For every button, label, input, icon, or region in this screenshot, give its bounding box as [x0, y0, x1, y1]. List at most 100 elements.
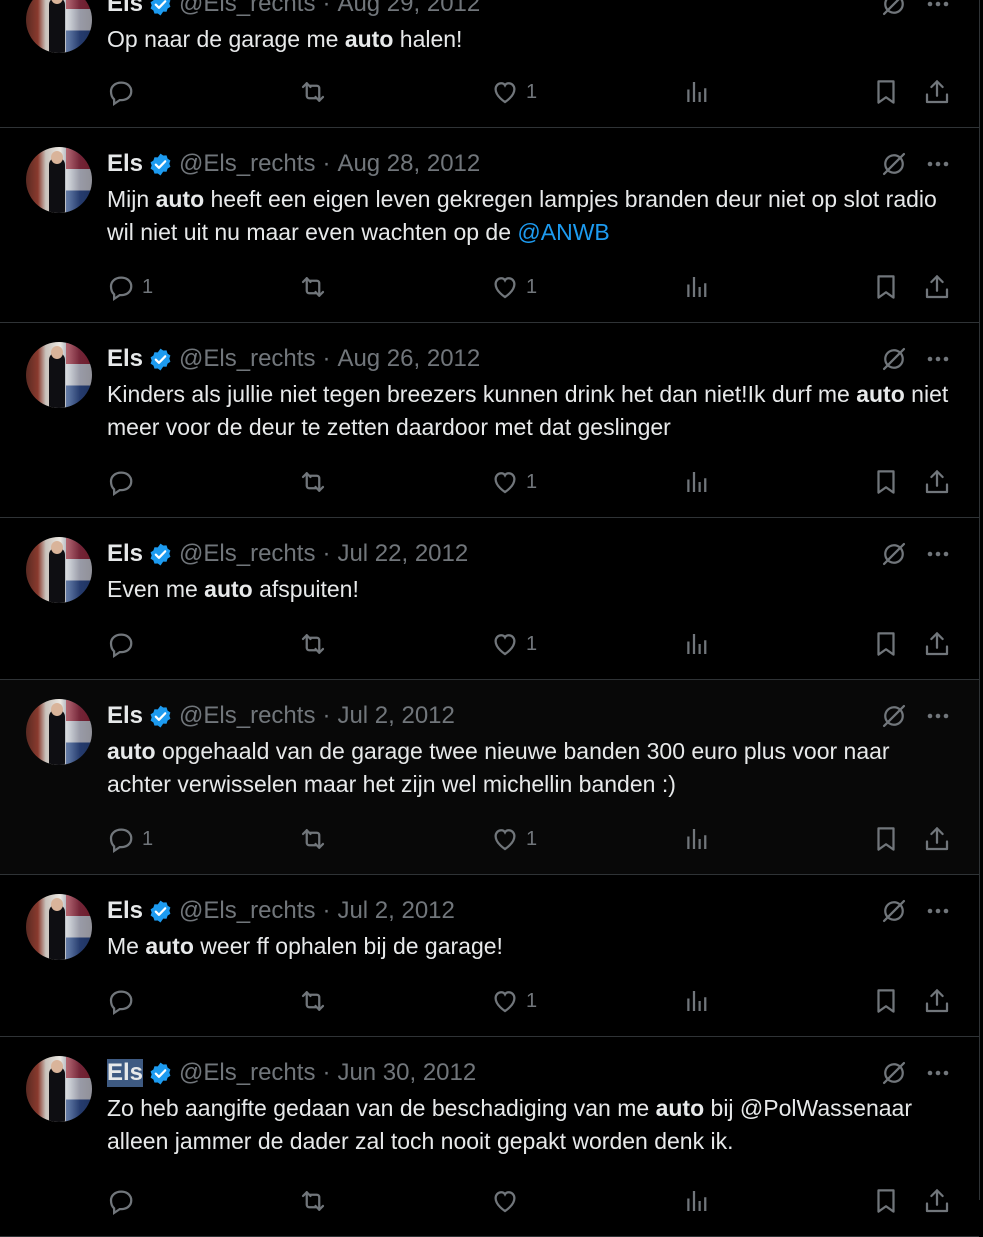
display-name[interactable]: Els	[107, 0, 143, 18]
views-button[interactable]	[681, 985, 711, 1017]
user-handle[interactable]: @Els_rechts	[179, 345, 315, 373]
more-dots-icon[interactable]	[922, 345, 954, 373]
grok-icon[interactable]	[880, 345, 908, 373]
more-dots-icon[interactable]	[922, 897, 954, 925]
display-name[interactable]: Els	[107, 150, 143, 178]
reply-button[interactable]: 1	[106, 271, 153, 303]
views-button[interactable]	[681, 76, 711, 108]
share-button[interactable]	[922, 271, 952, 303]
views-button[interactable]	[681, 1185, 711, 1217]
share-button[interactable]	[922, 628, 952, 660]
bookmark-button[interactable]	[871, 271, 901, 303]
like-button[interactable]: 1	[490, 985, 537, 1017]
retweet-button[interactable]	[298, 271, 328, 303]
retweet-button[interactable]	[298, 1185, 328, 1217]
avatar[interactable]	[26, 342, 92, 408]
like-button[interactable]: 1	[490, 823, 537, 855]
like-count: 1	[526, 989, 538, 1012]
share-button[interactable]	[922, 823, 952, 855]
reply-button[interactable]	[106, 466, 142, 498]
tweet-card[interactable]: Els @Els_rechts · Jun 30, 2012 Zo heb aangif…	[0, 1037, 979, 1237]
avatar[interactable]	[26, 147, 92, 213]
more-dots-icon[interactable]	[922, 150, 954, 178]
more-dots-icon[interactable]	[922, 0, 954, 18]
grok-icon[interactable]	[880, 150, 908, 178]
avatar[interactable]	[26, 537, 92, 603]
share-icon	[922, 629, 952, 659]
grok-icon[interactable]	[880, 702, 908, 730]
bookmark-icon	[871, 77, 901, 107]
like-button[interactable]: 1	[490, 628, 537, 660]
tweet-card[interactable]: Els @Els_rechts · Jul 2, 2012 Me auto weer f…	[0, 875, 979, 1037]
share-button[interactable]	[922, 466, 952, 498]
avatar[interactable]	[26, 894, 92, 960]
retweet-button[interactable]	[298, 466, 328, 498]
share-button[interactable]	[922, 985, 952, 1017]
grok-icon[interactable]	[880, 1059, 908, 1087]
tweet-card[interactable]: Els @Els_rechts · Aug 29, 2012 Op naar de ga…	[0, 0, 979, 128]
display-name[interactable]: Els	[107, 1059, 144, 1087]
retweet-button[interactable]	[298, 628, 328, 660]
bookmark-button[interactable]	[871, 466, 901, 498]
display-name[interactable]: Els	[107, 345, 143, 373]
like-button[interactable]: 1	[490, 76, 537, 108]
tweet-header: Els @Els_rechts · Jul 2, 2012	[107, 896, 455, 926]
user-handle[interactable]: @Els_rechts	[179, 540, 315, 568]
display-name[interactable]: Els	[107, 702, 143, 730]
grok-icon[interactable]	[880, 540, 908, 568]
bookmark-button[interactable]	[871, 1185, 901, 1217]
tweet-date[interactable]: Jul 2, 2012	[337, 702, 454, 730]
like-button[interactable]: 1	[490, 466, 537, 498]
tweet-text-segment: Even me	[107, 576, 205, 602]
like-button[interactable]: 1	[490, 271, 537, 303]
reply-button[interactable]	[106, 1185, 142, 1217]
views-button[interactable]	[681, 466, 711, 498]
display-name[interactable]: Els	[107, 897, 143, 925]
mention-link[interactable]: @ANWB	[517, 219, 609, 245]
display-name[interactable]: Els	[107, 540, 143, 568]
user-handle[interactable]: @Els_rechts	[179, 702, 315, 730]
views-button[interactable]	[681, 628, 711, 660]
grok-icon[interactable]	[880, 0, 908, 18]
tweet-card[interactable]: Els @Els_rechts · Aug 26, 2012 Kinders als j…	[0, 323, 979, 518]
tweet-date[interactable]: Aug 26, 2012	[337, 345, 480, 373]
grok-icon[interactable]	[880, 897, 908, 925]
tweet-date[interactable]: Jul 2, 2012	[337, 897, 454, 925]
reply-button[interactable]: 1	[106, 823, 153, 855]
user-handle[interactable]: @Els_rechts	[179, 150, 315, 178]
tweet-date[interactable]: Jun 30, 2012	[337, 1059, 476, 1087]
avatar[interactable]	[26, 1056, 92, 1122]
more-dots-icon[interactable]	[922, 702, 954, 730]
avatar[interactable]	[26, 699, 92, 765]
tweet-card[interactable]: Els @Els_rechts · Aug 28, 2012 Mijn auto hee…	[0, 128, 979, 323]
user-handle[interactable]: @Els_rechts	[179, 897, 315, 925]
user-handle[interactable]: @Els_rechts	[179, 0, 315, 18]
views-button[interactable]	[681, 271, 711, 303]
views-button[interactable]	[681, 823, 711, 855]
retweet-button[interactable]	[298, 76, 328, 108]
tweet-card[interactable]: Els @Els_rechts · Jul 2, 2012 auto opgehaald…	[0, 680, 979, 875]
more-dots-icon[interactable]	[922, 540, 954, 568]
tweet-date[interactable]: Aug 28, 2012	[337, 150, 480, 178]
share-button[interactable]	[922, 76, 952, 108]
share-button[interactable]	[922, 1185, 952, 1217]
reply-button[interactable]	[106, 76, 142, 108]
more-dots-icon[interactable]	[922, 1059, 954, 1087]
tweet-card[interactable]: Els @Els_rechts · Jul 22, 2012 Even me auto …	[0, 518, 979, 680]
like-button[interactable]	[490, 1185, 526, 1217]
retweet-button[interactable]	[298, 985, 328, 1017]
avatar[interactable]	[26, 0, 92, 53]
tweet-date[interactable]: Jul 22, 2012	[337, 540, 468, 568]
reply-button[interactable]	[106, 985, 142, 1017]
avatar-flag	[66, 0, 92, 53]
user-handle[interactable]: @Els_rechts	[179, 1059, 315, 1087]
retweet-button[interactable]	[298, 823, 328, 855]
bookmark-button[interactable]	[871, 823, 901, 855]
bookmark-button[interactable]	[871, 76, 901, 108]
share-icon	[922, 77, 952, 107]
bookmark-button[interactable]	[871, 628, 901, 660]
bookmark-button[interactable]	[871, 985, 901, 1017]
reply-button[interactable]	[106, 628, 142, 660]
tweet-date[interactable]: Aug 29, 2012	[337, 0, 480, 18]
heart-icon	[490, 272, 520, 302]
